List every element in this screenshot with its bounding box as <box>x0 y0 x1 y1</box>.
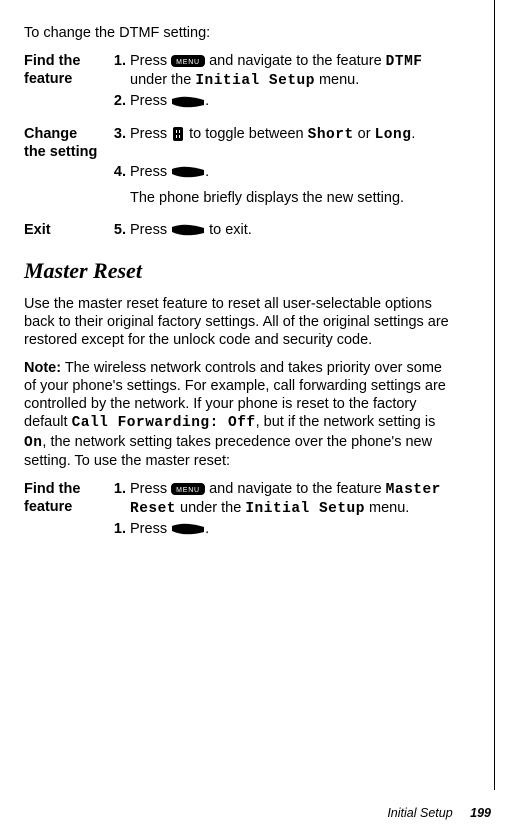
text: Press <box>130 222 171 238</box>
text: Press <box>130 53 171 69</box>
step-text: Press . <box>130 520 454 538</box>
text: menu. <box>365 500 409 516</box>
step-text: Press . <box>130 163 454 181</box>
step-num: 1. <box>102 520 130 538</box>
text: Press <box>130 481 171 497</box>
step-text: Press and navigate to the feature Master… <box>130 480 454 518</box>
step-2-row: 2. Press . <box>102 92 454 110</box>
ui-dtmf: DTMF <box>386 54 423 70</box>
text: menu. <box>315 72 359 88</box>
step-text: Press and navigate to the feature DTMF u… <box>130 52 454 90</box>
text: and navigate to the feature <box>205 53 386 69</box>
text: to exit. <box>205 222 252 238</box>
text: under the <box>130 72 195 88</box>
step-num: 5. <box>102 221 130 239</box>
text: or <box>354 126 375 142</box>
softkey-icon <box>171 96 205 108</box>
softkey-icon <box>171 166 205 178</box>
ui-initial-setup: Initial Setup <box>245 501 365 517</box>
step-3-row: Change the setting 3. Press to toggle be… <box>24 125 454 161</box>
para-2-note: Note: The wireless network controls and … <box>24 359 454 470</box>
step-num: 1. <box>102 480 130 518</box>
ui-call-forwarding-off: Call Forwarding: Off <box>72 415 256 431</box>
note-text: The phone briefly displays the new setti… <box>130 189 454 207</box>
end-key-icon <box>171 224 205 236</box>
text: . <box>205 164 209 180</box>
step-1-row: Find the feature 1. Press and navigate t… <box>24 52 454 90</box>
page-footer: Initial Setup 199 <box>387 806 491 822</box>
step-text: Press to toggle between Short or Long. <box>130 125 454 161</box>
text: Press <box>130 93 171 109</box>
nav-key-icon <box>171 127 185 141</box>
step-text: Press . <box>130 92 454 110</box>
label-find-feature: Find the feature <box>24 52 102 90</box>
ui-short: Short <box>308 127 354 143</box>
step-4-row: 4. Press . <box>102 163 454 181</box>
page-number: 199 <box>470 806 491 820</box>
step-num: 3. <box>102 125 130 161</box>
softkey-icon <box>171 523 205 535</box>
step-num: 2. <box>102 92 130 110</box>
text: , but if the network setting is <box>256 414 436 430</box>
para-1: Use the master reset feature to reset al… <box>24 295 454 349</box>
text: , the network setting takes precedence o… <box>24 434 432 469</box>
step-num: 1. <box>102 52 130 90</box>
text: . <box>411 126 415 142</box>
sec2-step-1-row: Find the feature 1. Press and navigate t… <box>24 480 454 518</box>
text: and navigate to the feature <box>205 481 386 497</box>
ui-long: Long <box>375 127 412 143</box>
step-5-row: Exit 5. Press to exit. <box>24 221 454 239</box>
intro-text: To change the DTMF setting: <box>24 24 454 42</box>
step-text: Press to exit. <box>130 221 454 239</box>
sec2-step-2-row: 1. Press . <box>102 520 454 538</box>
text: . <box>205 521 209 537</box>
menu-key-icon <box>171 55 205 67</box>
heading-master-reset: Master Reset <box>24 257 454 285</box>
text: under the <box>176 500 245 516</box>
menu-key-icon <box>171 483 205 495</box>
text: Press <box>130 521 171 537</box>
label-change-setting: Change the setting <box>24 125 102 161</box>
text: Press <box>130 126 171 142</box>
text: . <box>205 93 209 109</box>
text: to toggle between <box>185 126 308 142</box>
ui-on: On <box>24 435 42 451</box>
note-label: Note: <box>24 360 61 376</box>
vertical-divider <box>494 0 496 790</box>
label-find-feature: Find the feature <box>24 480 102 518</box>
text: Press <box>130 164 171 180</box>
ui-initial-setup: Initial Setup <box>195 73 315 89</box>
label-exit: Exit <box>24 221 102 239</box>
step-4-note: The phone briefly displays the new setti… <box>102 189 454 207</box>
step-num: 4. <box>102 163 130 181</box>
footer-section: Initial Setup <box>387 806 452 820</box>
